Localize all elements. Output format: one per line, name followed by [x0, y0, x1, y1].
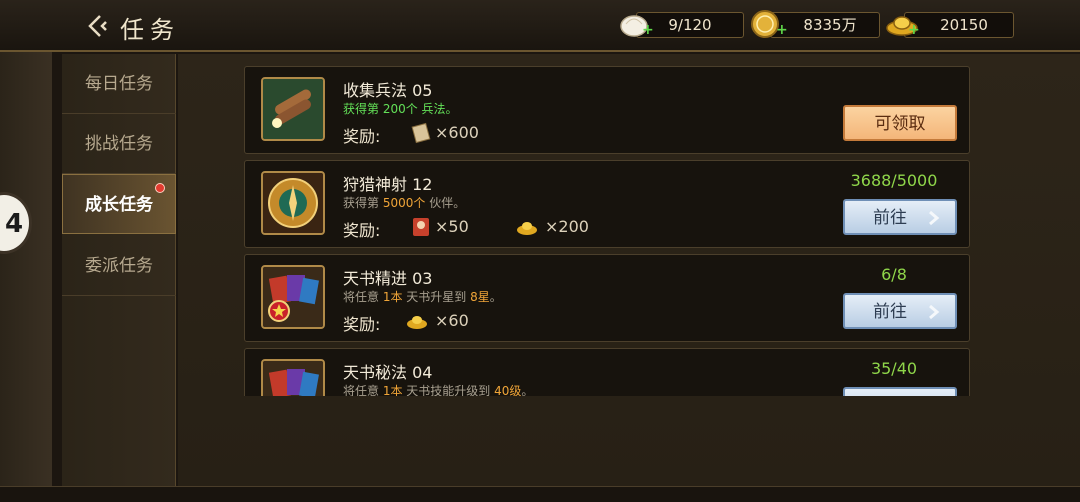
quest-icon-scrolls — [261, 77, 325, 141]
quest-icon-hunt — [261, 171, 325, 235]
reward-amount: ×50 — [435, 217, 469, 236]
tab-challenge-tasks[interactable]: 挑战任务 — [62, 114, 176, 174]
add-coin-button[interactable]: + — [776, 22, 788, 38]
stamina-value: 9/120 — [668, 16, 712, 34]
chevron-right-icon — [929, 210, 940, 226]
notification-dot — [155, 183, 165, 193]
tab-growth-tasks[interactable]: 成长任务 — [62, 174, 176, 234]
quest-list[interactable]: 收集兵法 05 获得第 200个 兵法。 奖励: ×600 可领取 狩猎神射 1… — [244, 66, 970, 396]
reward-amount: ×60 — [435, 311, 469, 330]
left-decoration — [0, 52, 52, 502]
quest-progress: 6/8 — [881, 265, 907, 284]
go-button[interactable]: 前往 — [843, 387, 957, 396]
go-button[interactable]: 前往 — [843, 199, 957, 235]
reward-label: 奖励: — [343, 127, 381, 146]
task-category-sidebar: 每日任务 挑战任务 成长任务 委派任务 — [62, 54, 176, 486]
go-button-label: 前往 — [873, 208, 907, 228]
quest-description: 获得第 5000个 伙伴。 — [343, 196, 466, 210]
quest-icon-books — [261, 265, 325, 329]
hero-token-icon — [413, 218, 429, 236]
chevron-right-icon — [929, 304, 940, 320]
quest-title: 收集兵法 05 — [343, 81, 433, 100]
quest-progress: 35/40 — [870, 359, 918, 378]
tab-daily-tasks[interactable]: 每日任务 — [62, 54, 176, 114]
quest-progress: 3688/5000 — [850, 171, 938, 190]
top-bar: 任务 9/120 + 8335万 + 20150 + — [0, 0, 1080, 52]
reward-amount: ×200 — [545, 217, 589, 236]
tab-label: 挑战任务 — [85, 134, 153, 154]
go-button[interactable]: 前往 — [843, 293, 957, 329]
add-gold-button[interactable]: + — [908, 22, 920, 38]
tab-label: 委派任务 — [85, 256, 153, 276]
quest-icon-books — [261, 359, 325, 396]
back-arrow-icon[interactable] — [84, 12, 112, 40]
quest-description: 获得第 200个 兵法。 — [343, 102, 458, 116]
tab-label: 成长任务 — [85, 195, 153, 215]
gold-ingot-icon — [407, 316, 427, 329]
heavenly-book-icon — [263, 361, 323, 396]
claim-reward-button[interactable]: 可领取 — [843, 105, 957, 141]
gold-ingot-icon — [517, 222, 537, 235]
add-stamina-button[interactable]: + — [642, 22, 654, 38]
reward-label: 奖励: — [343, 221, 381, 240]
tab-dispatch-tasks[interactable]: 委派任务 — [62, 236, 176, 296]
coin-value: 8335万 — [803, 16, 857, 34]
side-badge-number: 4 — [5, 209, 24, 239]
page-title: 任务 — [120, 16, 180, 44]
quest-card: 狩猎神射 12 获得第 5000个 伙伴。 奖励: ×50 ×200 3688/… — [244, 160, 970, 248]
quest-title: 天书精进 03 — [343, 269, 433, 288]
quest-panel: 收集兵法 05 获得第 200个 兵法。 奖励: ×600 可领取 狩猎神射 1… — [178, 54, 1080, 486]
quest-title: 天书秘法 04 — [343, 363, 433, 382]
gold-value: 20150 — [940, 16, 988, 34]
quest-description: 将任意 1本 天书技能升级到 40级。 — [343, 384, 534, 396]
quest-card: 收集兵法 05 获得第 200个 兵法。 奖励: ×600 可领取 — [244, 66, 970, 154]
heavenly-book-icon — [263, 267, 323, 327]
reward-label: 奖励: — [343, 315, 381, 334]
reward-amount: ×600 — [435, 123, 479, 142]
quest-card: 天书秘法 04 将任意 1本 天书技能升级到 40级。 35/40 前往 — [244, 348, 970, 396]
compass-emblem-icon — [263, 173, 323, 233]
scroll-bundle-icon — [263, 79, 323, 139]
scroll-icon — [411, 122, 431, 144]
tab-label: 每日任务 — [85, 74, 153, 94]
quest-description: 将任意 1本 天书升星到 8星。 — [343, 290, 502, 304]
quest-card: 天书精进 03 将任意 1本 天书升星到 8星。 奖励: ×60 6/8 前往 — [244, 254, 970, 342]
bottom-bar — [0, 486, 1080, 502]
go-button-label: 前往 — [873, 302, 907, 322]
quest-title: 狩猎神射 12 — [343, 175, 433, 194]
gold-counter: 20150 — [904, 12, 1014, 38]
